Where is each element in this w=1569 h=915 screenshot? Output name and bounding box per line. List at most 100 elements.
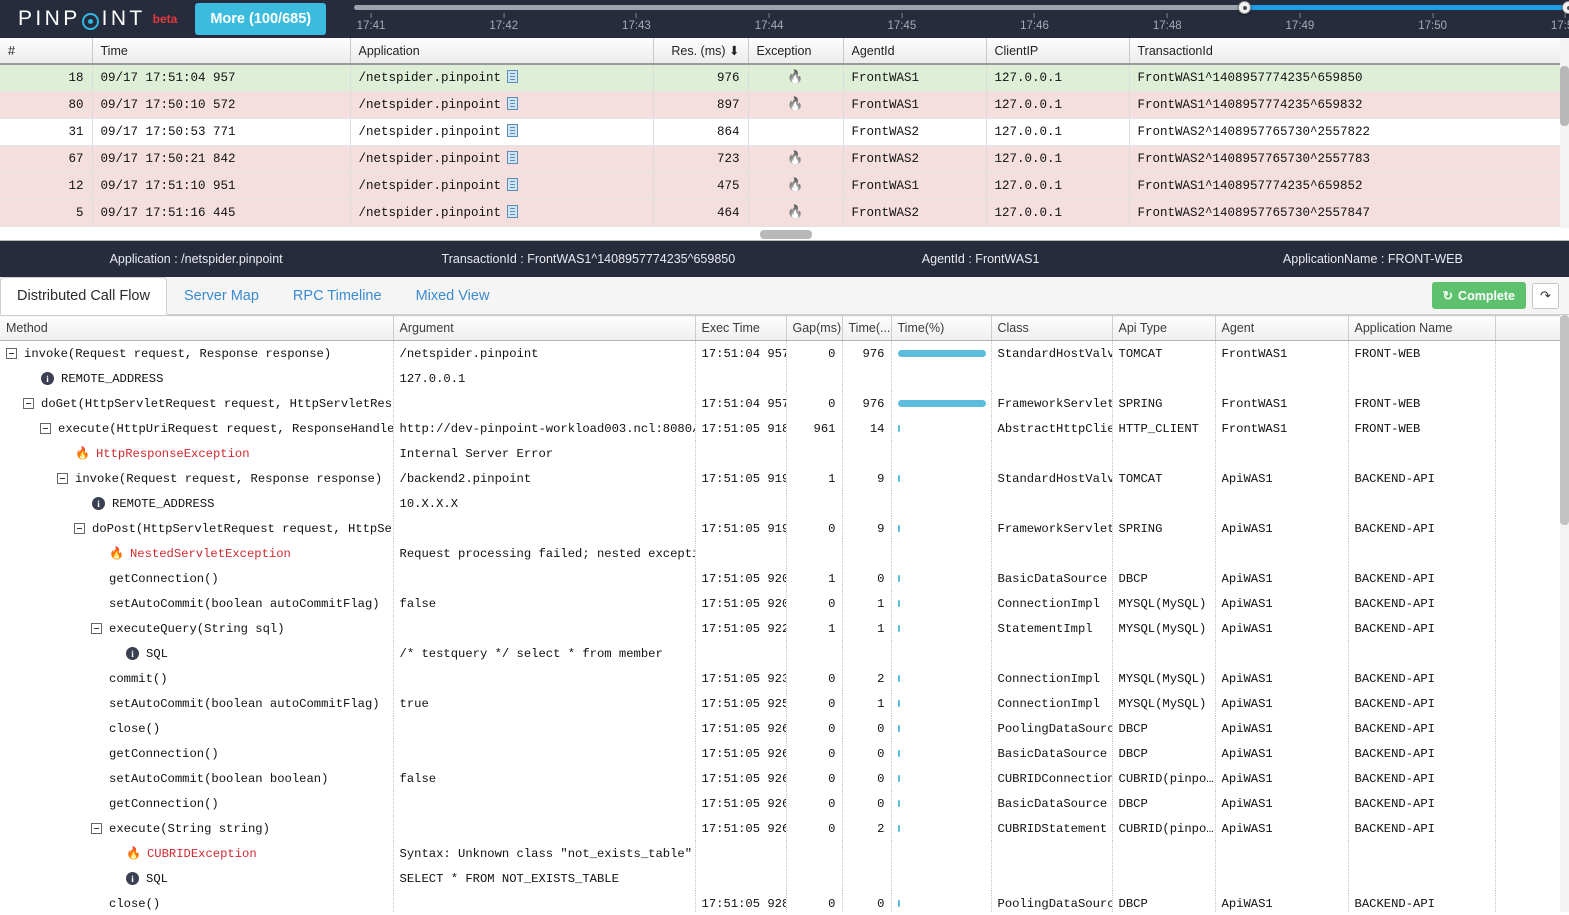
call-flow-exec-time-cell: 17:51:05 920 <box>695 566 787 591</box>
more-button[interactable]: More (100/685) <box>195 3 327 35</box>
call-flow-application-name-cell: FRONT-WEB <box>1348 391 1496 416</box>
cf-column-api-type[interactable]: Api Type <box>1112 315 1216 341</box>
call-flow-row[interactable]: i REMOTE_ADDRESS 127.0.0.1 <box>0 366 1569 391</box>
cf-column-class[interactable]: Class <box>991 315 1113 341</box>
column-header-transactionid[interactable]: TransactionId <box>1129 38 1561 65</box>
tree-collapse-toggle-icon[interactable] <box>91 823 102 834</box>
timeline-tick: 17:45 <box>887 13 916 32</box>
cf-column-time-pct[interactable]: Time(%) <box>891 315 992 341</box>
call-flow-row[interactable]: setAutoCommit(boolean boolean) false 17:51… <box>0 766 1569 791</box>
call-flow-class-cell: StandardHostValve <box>991 340 1113 366</box>
call-flow-method-label: CUBRIDException <box>146 846 257 861</box>
call-flow-extra-cell <box>1495 741 1569 766</box>
tree-collapse-toggle-icon[interactable] <box>6 348 17 359</box>
call-flow-row[interactable]: getConnection() 17:51:05 926 0 0 BasicDataSo… <box>0 741 1569 766</box>
transaction-row-agent: FrontWAS2 <box>843 199 987 227</box>
tab-server-map[interactable]: Server Map <box>167 277 276 314</box>
call-flow-method-cell: 🔥 HttpResponseException <box>0 441 394 466</box>
call-flow-row[interactable]: doPost(HttpServletRequest request, HttpS… <box>0 516 1569 541</box>
tab-rpc-timeline[interactable]: RPC Timeline <box>276 277 399 314</box>
transaction-list-vertical-scrollbar-track[interactable] <box>1560 38 1569 228</box>
call-flow-time-percent-cell <box>891 491 992 516</box>
cf-column-gap[interactable]: Gap(ms) <box>786 315 843 341</box>
call-flow-row[interactable]: close()17:51:05 92800PoolingDataSource…D… <box>0 891 1569 912</box>
call-flow-row[interactable]: invoke(Request request, Response respons… <box>0 340 1569 366</box>
call-flow-row[interactable]: getConnection() 17:51:05 926 0 0 BasicDataSo… <box>0 791 1569 816</box>
time-range-slider[interactable]: 17:41 17:42 17:43 17:44 17:45 17:46 17:48 17:49… <box>344 0 1569 38</box>
cf-column-agent[interactable]: Agent <box>1215 315 1349 341</box>
call-flow-row[interactable]: 🔥 CUBRIDException Syntax: Unknown class "n… <box>0 841 1569 866</box>
transaction-list-horizontal-scrollbar[interactable] <box>760 230 812 239</box>
call-flow-argument-cell: false <box>393 766 696 791</box>
transaction-row[interactable]: 5 09/17 17:51:16 445/netspider.pinpoint 46… <box>0 199 1561 227</box>
exception-flame-icon: 🔥 <box>787 177 804 193</box>
open-external-button[interactable]: ↷ <box>1532 282 1559 309</box>
call-flow-row[interactable]: commit() 17:51:05 923 0 2 ConnectionImpl MYSQ… <box>0 666 1569 691</box>
tree-collapse-toggle-icon[interactable] <box>23 398 34 409</box>
column-header-clientip[interactable]: ClientIP <box>986 38 1130 65</box>
call-flow-argument-cell: Internal Server Error <box>393 441 696 466</box>
transaction-row-application-label: /netspider.pinpoint <box>358 206 502 220</box>
tab-mixed-view[interactable]: Mixed View <box>399 277 507 314</box>
column-header-time[interactable]: Time <box>92 38 351 65</box>
cf-column-time[interactable]: Time(... <box>842 315 892 341</box>
transaction-row-clientip: 127.0.0.1 <box>986 145 1130 173</box>
transaction-row[interactable]: 12 09/17 17:51:10 951/netspider.pinpoint 4… <box>0 172 1561 200</box>
tab-distributed-call-flow[interactable]: Distributed Call Flow <box>0 277 167 315</box>
complete-status-button[interactable]: ↻ Complete <box>1431 282 1526 309</box>
transaction-detail-icon[interactable] <box>507 70 519 84</box>
call-flow-row[interactable]: i SQL SELECT * FROM NOT_EXISTS_TABLE <box>0 866 1569 891</box>
call-flow-row[interactable]: execute(String string) 17:51:05 926 0 2 CUBR… <box>0 816 1569 841</box>
cf-column-argument[interactable]: Argument <box>393 315 696 341</box>
time-percent-bar <box>897 624 900 632</box>
transaction-row[interactable]: 80 09/17 17:50:10 572/netspider.pinpoint 8… <box>0 91 1561 119</box>
transaction-row[interactable]: 18 09/17 17:51:04 957/netspider.pinpoint 9… <box>0 64 1561 92</box>
call-flow-row[interactable]: execute(HttpUriRequest request, Response… <box>0 416 1569 441</box>
cf-column-exec-time[interactable]: Exec Time <box>695 315 787 341</box>
call-flow-vertical-scrollbar-thumb[interactable] <box>1560 315 1569 525</box>
call-flow-row[interactable]: i REMOTE_ADDRESS 10.X.X.X <box>0 491 1569 516</box>
transaction-detail-icon[interactable] <box>507 178 519 191</box>
call-flow-row[interactable]: executeQuery(String sql) 17:51:05 922 1 1 St… <box>0 616 1569 641</box>
column-header-agentid[interactable]: AgentId <box>843 38 987 65</box>
column-header-exception[interactable]: Exception <box>748 38 844 65</box>
call-flow-row[interactable]: getConnection() 17:51:05 920 1 0 BasicDataSo… <box>0 566 1569 591</box>
column-header-application[interactable]: Application <box>350 38 654 65</box>
call-flow-method-label: getConnection() <box>109 796 219 811</box>
transaction-row[interactable]: 31 09/17 17:50:53 771/netspider.pinpoint 8… <box>0 118 1561 146</box>
call-flow-row[interactable]: 🔥 NestedServletException Request processin… <box>0 541 1569 566</box>
cf-column-method[interactable]: Method <box>0 315 394 341</box>
call-flow-row[interactable]: i SQL /* testquery */ select * from member <box>0 641 1569 666</box>
cf-column-application-name[interactable]: Application Name <box>1348 315 1496 341</box>
transaction-row[interactable]: 67 09/17 17:50:21 842/netspider.pinpoint 7… <box>0 145 1561 173</box>
call-flow-row[interactable]: setAutoCommit(boolean autoCommitFlag) tru… <box>0 691 1569 716</box>
transaction-row-application: /netspider.pinpoint <box>350 64 654 92</box>
call-flow-row[interactable]: 🔥 HttpResponseException Internal Server Er… <box>0 441 1569 466</box>
transaction-detail-icon[interactable] <box>507 205 519 218</box>
tree-collapse-toggle-icon[interactable] <box>74 523 85 534</box>
tree-collapse-toggle-icon[interactable] <box>40 423 51 434</box>
transaction-detail-icon[interactable] <box>507 151 519 164</box>
call-flow-row[interactable]: setAutoCommit(boolean autoCommitFlag) fal… <box>0 591 1569 616</box>
transaction-detail-icon[interactable] <box>507 97 519 110</box>
call-flow-gap-cell <box>786 841 843 866</box>
call-flow-row[interactable]: invoke(Request request, Response respons… <box>0 466 1569 491</box>
call-flow-time-percent-cell <box>891 466 992 491</box>
call-flow-vertical-scrollbar-track[interactable] <box>1560 315 1569 912</box>
time-percent-bar <box>897 899 900 907</box>
column-header-response-time[interactable]: Res. (ms) ⬇ <box>653 38 749 65</box>
call-flow-row[interactable]: close()17:51:05 92600PoolingDataSource…D… <box>0 716 1569 741</box>
slider-selected-range[interactable] <box>1244 5 1569 10</box>
call-flow-agent-cell: ApiWAS1 <box>1215 616 1349 641</box>
call-flow-time-percent-cell <box>891 891 992 912</box>
transaction-list-vertical-scrollbar-thumb[interactable] <box>1560 66 1569 126</box>
call-flow-time-percent-cell <box>891 716 992 741</box>
transaction-detail-icon[interactable] <box>507 124 519 137</box>
pinpoint-logo[interactable]: PINP INT beta <box>0 7 177 31</box>
call-flow-row[interactable]: doGet(HttpServletRequest request, HttpSe… <box>0 391 1569 416</box>
call-flow-method-cell: setAutoCommit(boolean autoCommitFlag) <box>0 591 394 616</box>
tree-collapse-toggle-icon[interactable] <box>57 473 68 484</box>
column-header-num[interactable]: # <box>0 38 93 65</box>
tree-collapse-toggle-icon[interactable] <box>91 623 102 634</box>
call-flow-method-label: getConnection() <box>109 746 219 761</box>
